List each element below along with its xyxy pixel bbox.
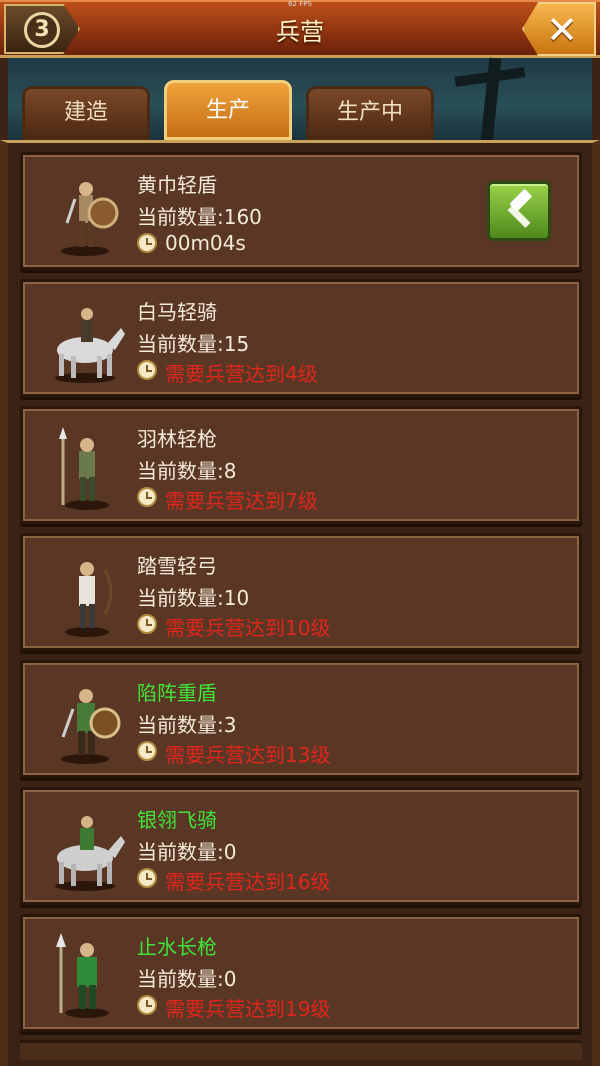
unit-timer: 00m04s [137, 231, 246, 255]
unit-count: 当前数量:3 [137, 713, 237, 737]
unit-name: 止水长枪 [137, 935, 217, 959]
unit-name: 羽林轻枪 [137, 427, 217, 451]
unit-count: 当前数量:0 [137, 967, 237, 991]
unit-requirement: 需要兵营达到16级 [137, 866, 330, 895]
unit-count: 当前数量:0 [137, 840, 237, 864]
fps-counter: 62 FPS [288, 0, 312, 8]
unit-row-1[interactable]: 白马轻骑 当前数量:15 需要兵营达到4级 [20, 279, 582, 397]
title-bar: 3 兵营 ✕ [0, 0, 600, 58]
hammer-icon [507, 189, 532, 228]
clock-icon [137, 487, 157, 507]
unit-row-4[interactable]: 陷阵重盾 当前数量:3 需要兵营达到13级 [20, 660, 582, 778]
unit-count: 当前数量:15 [137, 332, 250, 356]
unit-name: 踏雪轻弓 [137, 554, 217, 578]
close-button[interactable]: ✕ [522, 2, 596, 56]
requirement-text: 需要兵营达到13级 [165, 743, 331, 767]
close-icon: ✕ [546, 8, 578, 52]
timer-text: 00m04s [165, 231, 246, 255]
unit-requirement: 需要兵营达到10级 [137, 612, 330, 641]
unit-row-3[interactable]: 踏雪轻弓 当前数量:10 需要兵营达到10级 [20, 533, 582, 651]
requirement-text: 需要兵营达到4级 [165, 362, 318, 386]
unit-name: 陷阵重盾 [137, 681, 217, 705]
requirement-text: 需要兵营达到16级 [165, 870, 331, 894]
clock-icon [137, 995, 157, 1015]
clock-icon [137, 614, 157, 634]
unit-row-6[interactable]: 止水长枪 当前数量:0 需要兵营达到19级 [20, 914, 582, 1032]
requirement-text: 需要兵营达到10级 [165, 616, 331, 640]
unit-row-5[interactable]: 银翎飞骑 当前数量:0 需要兵营达到16级 [20, 787, 582, 905]
spearman-portrait [59, 427, 109, 510]
shield-soldier-portrait [61, 182, 119, 256]
unit-row-2[interactable]: 羽林轻枪 当前数量:8 需要兵营达到7级 [20, 406, 582, 524]
list-bottom-edge [20, 1040, 582, 1060]
clock-icon [137, 360, 157, 380]
clock-icon [137, 233, 157, 253]
unit-count: 当前数量:10 [137, 586, 250, 610]
clock-icon [137, 868, 157, 888]
white-horse-cavalry-portrait [55, 308, 125, 383]
requirement-text: 需要兵营达到7级 [165, 489, 318, 513]
archer-portrait [65, 562, 113, 637]
produce-button[interactable] [487, 181, 551, 241]
unit-count: 当前数量:8 [137, 459, 237, 483]
heavy-shield-portrait [61, 689, 121, 764]
long-spear-portrait [56, 933, 109, 1018]
unit-count: 当前数量:160 [137, 205, 262, 229]
clock-icon [137, 741, 157, 761]
silver-cavalry-portrait [55, 816, 125, 891]
page-title: 兵营 [276, 18, 324, 46]
unit-row-0[interactable]: 黄巾轻盾 当前数量:160 00m04s [20, 152, 582, 270]
unit-name: 黄巾轻盾 [137, 173, 217, 197]
requirement-text: 需要兵营达到19级 [165, 997, 331, 1021]
tab-build[interactable]: 建造 [22, 86, 150, 140]
unit-requirement: 需要兵营达到4级 [137, 358, 318, 387]
unit-name: 白马轻骑 [137, 300, 217, 324]
tab-produce[interactable]: 生产 [164, 80, 292, 140]
tab-in-production[interactable]: 生产中 [306, 86, 434, 140]
unit-requirement: 需要兵营达到19级 [137, 993, 330, 1022]
unit-requirement: 需要兵营达到13级 [137, 739, 330, 768]
unit-name: 银翎飞骑 [137, 808, 217, 832]
unit-requirement: 需要兵营达到7级 [137, 485, 318, 514]
